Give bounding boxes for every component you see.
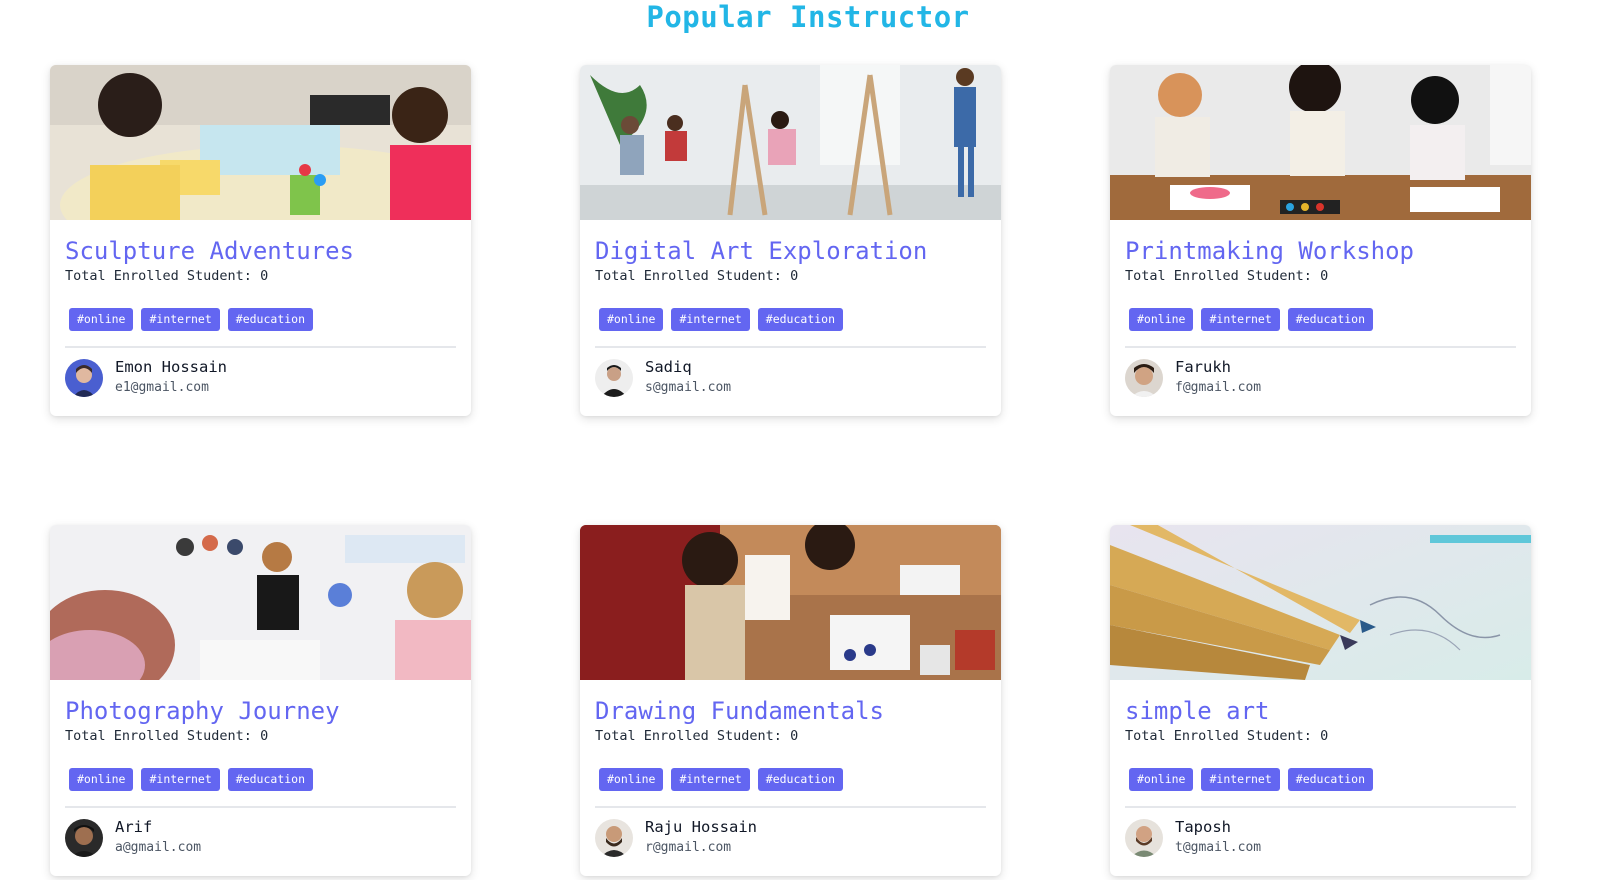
- class-image: [580, 525, 1001, 680]
- tag-education[interactable]: #education: [1287, 308, 1374, 331]
- class-card[interactable]: Digital Art Exploration Total Enrolled S…: [580, 65, 1001, 416]
- tag-online[interactable]: #online: [599, 308, 664, 331]
- divider: [595, 346, 986, 348]
- tag-list: #online #internet #education: [595, 308, 986, 331]
- tag-internet[interactable]: #internet: [1201, 308, 1280, 331]
- class-name[interactable]: Photography Journey: [65, 696, 456, 726]
- tag-list: #online #internet #education: [1125, 768, 1516, 791]
- instructor-info: Taposh t@gmail.com: [1125, 817, 1516, 858]
- instructor-name: Sadiq: [645, 358, 692, 376]
- instructor-info: Sadiq s@gmail.com: [595, 357, 986, 398]
- instructor-grid: Sculpture Adventures Total Enrolled Stud…: [50, 65, 1532, 876]
- class-card[interactable]: simple art Total Enrolled Student: 0 #on…: [1110, 525, 1531, 876]
- instructor-name: Arif: [115, 818, 153, 836]
- tag-list: #online #internet #education: [595, 768, 986, 791]
- avatar[interactable]: [1125, 818, 1163, 857]
- avatar[interactable]: [595, 818, 633, 857]
- tag-internet[interactable]: #internet: [141, 308, 220, 331]
- tag-list: #online #internet #education: [65, 308, 456, 331]
- tag-internet[interactable]: #internet: [141, 768, 220, 791]
- tag-online[interactable]: #online: [69, 308, 134, 331]
- class-name[interactable]: Printmaking Workshop: [1125, 236, 1516, 266]
- tag-list: #online #internet #education: [65, 768, 456, 791]
- tag-online[interactable]: #online: [599, 768, 664, 791]
- instructor-email: f@gmail.com: [1175, 380, 1262, 395]
- instructor-info: Arif a@gmail.com: [65, 817, 456, 858]
- tag-online[interactable]: #online: [1129, 768, 1194, 791]
- enrolled-count: Total Enrolled Student: 0: [595, 728, 799, 744]
- enrolled-count: Total Enrolled Student: 0: [65, 728, 269, 744]
- tag-education[interactable]: #education: [227, 768, 314, 791]
- class-image: [50, 525, 471, 680]
- class-image: [1110, 65, 1531, 220]
- instructor-email: r@gmail.com: [645, 840, 732, 855]
- divider: [1125, 346, 1516, 348]
- divider: [65, 346, 456, 348]
- tag-internet[interactable]: #internet: [1201, 768, 1280, 791]
- instructor-name: Taposh: [1175, 818, 1231, 836]
- tag-education[interactable]: #education: [757, 768, 844, 791]
- class-name[interactable]: Sculpture Adventures: [65, 236, 456, 266]
- class-image: [1110, 525, 1531, 680]
- divider: [595, 806, 986, 808]
- avatar[interactable]: [1125, 358, 1163, 397]
- avatar[interactable]: [65, 358, 103, 397]
- tag-online[interactable]: #online: [1129, 308, 1194, 331]
- instructor-email: e1@gmail.com: [115, 380, 209, 395]
- instructor-name: Farukh: [1175, 358, 1231, 376]
- tag-list: #online #internet #education: [1125, 308, 1516, 331]
- tag-online[interactable]: #online: [69, 768, 134, 791]
- enrolled-count: Total Enrolled Student: 0: [1125, 728, 1329, 744]
- instructor-email: a@gmail.com: [115, 840, 202, 855]
- instructor-info: Raju Hossain r@gmail.com: [595, 817, 986, 858]
- divider: [1125, 806, 1516, 808]
- class-name[interactable]: Digital Art Exploration: [595, 236, 986, 266]
- class-card[interactable]: Drawing Fundamentals Total Enrolled Stud…: [580, 525, 1001, 876]
- avatar[interactable]: [65, 818, 103, 857]
- class-name[interactable]: simple art: [1125, 696, 1516, 726]
- class-image: [580, 65, 1001, 220]
- instructor-info: Emon Hossain e1@gmail.com: [65, 357, 456, 398]
- class-card[interactable]: Photography Journey Total Enrolled Stude…: [50, 525, 471, 876]
- section-title: Popular Instructor: [646, 0, 970, 34]
- enrolled-count: Total Enrolled Student: 0: [65, 268, 269, 284]
- class-card[interactable]: Printmaking Workshop Total Enrolled Stud…: [1110, 65, 1531, 416]
- class-name[interactable]: Drawing Fundamentals: [595, 696, 986, 726]
- instructor-email: s@gmail.com: [645, 380, 732, 395]
- tag-internet[interactable]: #internet: [671, 308, 750, 331]
- instructor-name: Emon Hossain: [115, 358, 227, 376]
- tag-education[interactable]: #education: [757, 308, 844, 331]
- divider: [65, 806, 456, 808]
- class-image: [50, 65, 471, 220]
- tag-education[interactable]: #education: [1287, 768, 1374, 791]
- class-card[interactable]: Sculpture Adventures Total Enrolled Stud…: [50, 65, 471, 416]
- enrolled-count: Total Enrolled Student: 0: [595, 268, 799, 284]
- avatar[interactable]: [595, 358, 633, 397]
- instructor-name: Raju Hossain: [645, 818, 757, 836]
- instructor-email: t@gmail.com: [1175, 840, 1262, 855]
- tag-internet[interactable]: #internet: [671, 768, 750, 791]
- tag-education[interactable]: #education: [227, 308, 314, 331]
- instructor-info: Farukh f@gmail.com: [1125, 357, 1516, 398]
- enrolled-count: Total Enrolled Student: 0: [1125, 268, 1329, 284]
